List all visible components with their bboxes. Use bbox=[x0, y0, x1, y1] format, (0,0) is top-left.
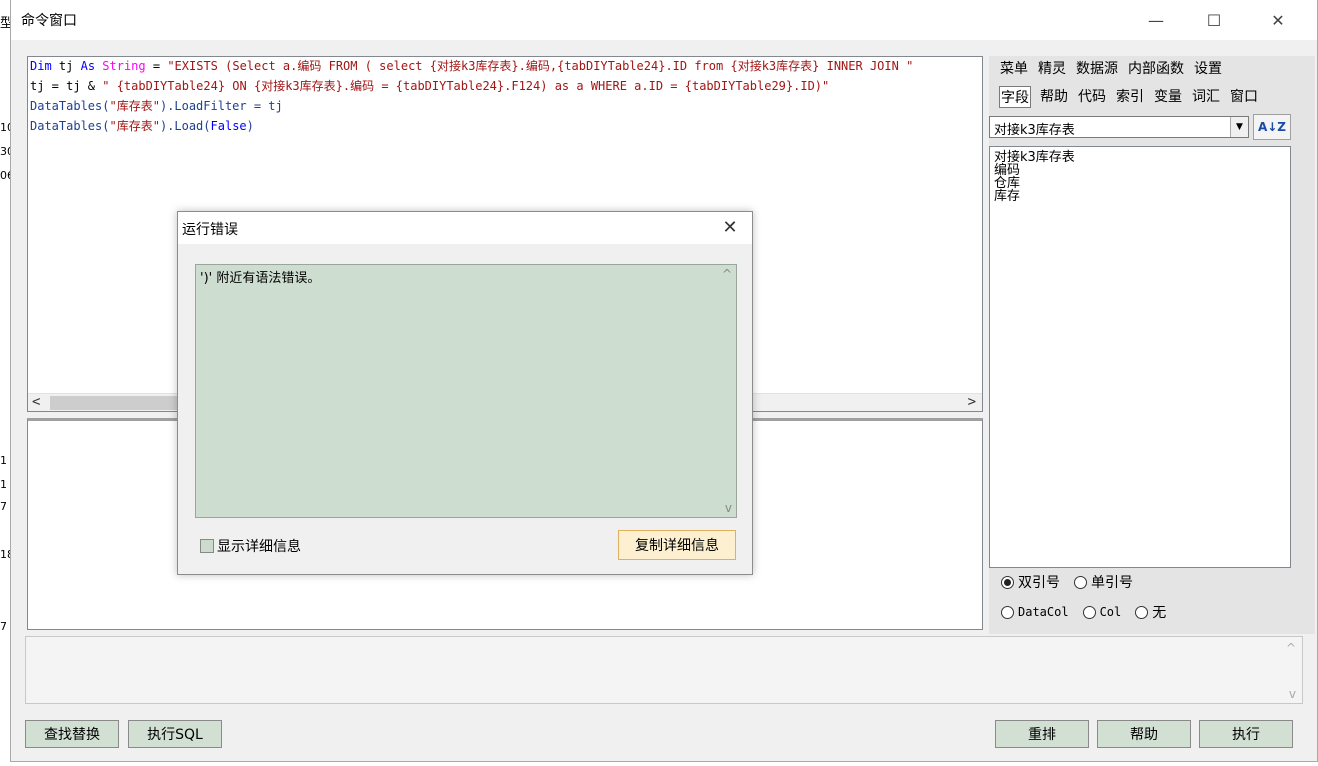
radio-checked-icon bbox=[1001, 575, 1014, 589]
helper-panel: 菜单 精灵 数据源 内部函数 设置 字段 帮助 代码 索引 变量 词汇 窗口 对… bbox=[989, 56, 1315, 634]
dialog-titlebar: 运行错误 ✕ bbox=[178, 212, 752, 244]
code-line-4: DataTables("库存表").Load(False) bbox=[30, 117, 254, 136]
close-window-button[interactable]: ✕ bbox=[1255, 6, 1301, 34]
code-token: DataTables( bbox=[30, 119, 110, 133]
radio-col[interactable]: Col bbox=[1082, 605, 1122, 619]
helper-menu-row-2: 字段 帮助 代码 索引 变量 词汇 窗口 bbox=[999, 86, 1259, 108]
runtime-error-dialog: 运行错误 ✕ ')' 附近有语法错误。 ^ v 显示详细信息 复制详细信息 bbox=[177, 211, 753, 575]
execute-sql-button[interactable]: 执行SQL bbox=[128, 720, 222, 748]
background-number: 1 bbox=[0, 454, 7, 467]
code-token: ).LoadFilter = tj bbox=[159, 99, 283, 113]
code-token: "库存表" bbox=[109, 119, 160, 133]
column-style-row: DataCol Col 无 bbox=[1001, 602, 1166, 622]
background-number: 7 bbox=[0, 500, 7, 513]
code-token: tj bbox=[51, 59, 81, 73]
close-icon[interactable]: ✕ bbox=[718, 215, 742, 239]
scroll-up-icon[interactable]: ^ bbox=[1286, 641, 1296, 655]
radio-label: 双引号 bbox=[1018, 575, 1060, 591]
radio-label: 单引号 bbox=[1091, 575, 1133, 591]
scroll-up-icon[interactable]: ^ bbox=[722, 267, 732, 281]
scroll-down-icon[interactable]: v bbox=[725, 501, 732, 515]
status-message-box[interactable]: ^ v bbox=[25, 636, 1303, 704]
radio-unchecked-icon bbox=[1074, 575, 1087, 589]
radio-label: Col bbox=[1099, 605, 1122, 619]
code-token: False bbox=[210, 119, 247, 133]
error-message: ')' 附近有语法错误。 bbox=[200, 271, 321, 286]
radio-datacol[interactable]: DataCol bbox=[1001, 605, 1069, 619]
code-token: String bbox=[102, 59, 146, 73]
window-title: 命令窗口 bbox=[21, 13, 77, 29]
error-message-scrollbar[interactable]: ^ v bbox=[716, 265, 736, 517]
background-number: 7 bbox=[0, 620, 7, 633]
code-token: ) bbox=[246, 119, 254, 133]
code-token: "库存表" bbox=[109, 99, 160, 113]
code-token: = bbox=[145, 59, 168, 73]
scroll-down-icon[interactable]: v bbox=[1289, 687, 1296, 701]
radio-none[interactable]: 无 bbox=[1135, 602, 1166, 622]
radio-unchecked-icon bbox=[1135, 605, 1149, 619]
reformat-button[interactable]: 重排 bbox=[995, 720, 1089, 748]
scroll-right-icon[interactable]: > bbox=[968, 394, 976, 410]
helper-tab-fields[interactable]: 字段 bbox=[999, 86, 1031, 108]
checkbox-unchecked-icon[interactable] bbox=[200, 539, 214, 553]
table-select[interactable]: 对接k3库存表 ▼ bbox=[989, 116, 1249, 138]
sort-az-icon[interactable]: A↓Z bbox=[1253, 114, 1291, 140]
radio-double-quote[interactable]: 双引号 bbox=[1001, 572, 1060, 592]
helper-tab-functions[interactable]: 内部函数 bbox=[1127, 58, 1185, 78]
helper-tab-variables[interactable]: 变量 bbox=[1153, 86, 1183, 108]
radio-unchecked-icon bbox=[1001, 605, 1014, 619]
code-line-3: DataTables("库存表").LoadFilter = tj bbox=[30, 97, 283, 116]
helper-tab-vocabulary[interactable]: 词汇 bbox=[1191, 86, 1221, 108]
show-details-checkbox[interactable]: 显示详细信息 bbox=[200, 536, 301, 556]
list-item[interactable]: 库存 bbox=[994, 190, 1020, 203]
helper-menu-row-1: 菜单 精灵 数据源 内部函数 设置 bbox=[999, 58, 1223, 78]
quote-style-row: 双引号 单引号 bbox=[1001, 572, 1133, 592]
chevron-down-icon[interactable]: ▼ bbox=[1230, 117, 1248, 137]
radio-label: 无 bbox=[1152, 605, 1167, 621]
window-titlebar: 命令窗口 — ☐ ✕ bbox=[11, 0, 1317, 40]
radio-single-quote[interactable]: 单引号 bbox=[1074, 572, 1133, 592]
radio-unchecked-icon bbox=[1082, 605, 1096, 619]
helper-tab-settings[interactable]: 设置 bbox=[1193, 58, 1223, 78]
field-list[interactable]: 对接k3库存表 编码 仓库 库存 bbox=[989, 146, 1291, 568]
code-line-2: tj = tj & " {tabDIYTable24} ON {对接k3库存表}… bbox=[30, 77, 829, 96]
radio-label: DataCol bbox=[1018, 605, 1069, 619]
code-token: As bbox=[80, 59, 96, 73]
table-select-value: 对接k3库存表 bbox=[994, 123, 1075, 138]
helper-tab-index[interactable]: 索引 bbox=[1115, 86, 1145, 108]
show-details-label: 显示详细信息 bbox=[217, 539, 301, 555]
help-button[interactable]: 帮助 bbox=[1097, 720, 1191, 748]
dialog-title: 运行错误 bbox=[182, 222, 238, 238]
helper-tab-wizard[interactable]: 精灵 bbox=[1037, 58, 1067, 78]
find-replace-button[interactable]: 查找替换 bbox=[25, 720, 119, 748]
helper-tab-datasource[interactable]: 数据源 bbox=[1075, 58, 1119, 78]
helper-tab-menu[interactable]: 菜单 bbox=[999, 58, 1029, 78]
scroll-left-icon[interactable]: < bbox=[32, 394, 40, 410]
helper-tab-help[interactable]: 帮助 bbox=[1039, 86, 1069, 108]
minimize-button[interactable]: — bbox=[1133, 6, 1179, 34]
helper-tab-code[interactable]: 代码 bbox=[1077, 86, 1107, 108]
code-token: tj = tj & bbox=[30, 79, 103, 93]
copy-details-button[interactable]: 复制详细信息 bbox=[618, 530, 736, 560]
code-token: " {tabDIYTable24} ON {对接k3库存表}.编码 = {tab… bbox=[102, 79, 830, 93]
code-token: Dim bbox=[30, 59, 52, 73]
code-token: DataTables( bbox=[30, 99, 110, 113]
code-line-1: Dim tj As String = "EXISTS (Select a.编码 … bbox=[30, 57, 913, 76]
background-number: 1 bbox=[0, 478, 7, 491]
error-message-box[interactable]: ')' 附近有语法错误。 ^ v bbox=[195, 264, 737, 518]
helper-tab-window[interactable]: 窗口 bbox=[1229, 86, 1259, 108]
maximize-button[interactable]: ☐ bbox=[1191, 6, 1237, 34]
code-token: ).Load( bbox=[159, 119, 211, 133]
code-token: "EXISTS (Select a.编码 FROM ( select {对接k3… bbox=[167, 59, 914, 73]
execute-button[interactable]: 执行 bbox=[1199, 720, 1293, 748]
